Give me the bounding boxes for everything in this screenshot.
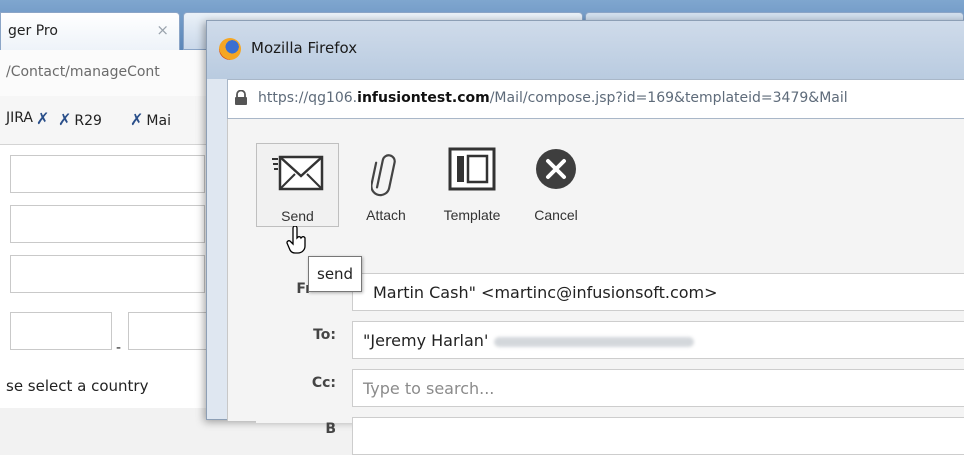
to-value: "Jeremy Harlan': [363, 331, 695, 350]
tab-title: ger Pro: [8, 23, 58, 39]
bookmark-main[interactable]: ✗ Mai: [130, 110, 171, 129]
attach-button[interactable]: Attach: [350, 143, 422, 233]
cc-field[interactable]: Type to search...: [352, 369, 964, 407]
background-field-2[interactable]: [10, 205, 205, 243]
tools-icon: ✗: [58, 110, 72, 129]
background-field-3[interactable]: [10, 255, 205, 293]
cc-placeholder: Type to search...: [363, 379, 495, 398]
background-tab-active[interactable]: ger Pro ×: [0, 12, 180, 50]
send-tooltip: send: [308, 256, 363, 292]
bookmark-jira[interactable]: JIRA: [6, 110, 33, 126]
paperclip-icon: [371, 154, 396, 197]
template-button[interactable]: Template: [430, 143, 514, 233]
bcc-field[interactable]: [352, 417, 964, 455]
template-label: Template: [443, 207, 501, 223]
send-button[interactable]: Send: [256, 143, 339, 227]
redacted-email: [494, 336, 695, 347]
to-field[interactable]: "Jeremy Harlan': [352, 321, 964, 359]
background-url-text: /Contact/manageCont: [6, 64, 160, 80]
tab-close-icon[interactable]: ×: [156, 21, 169, 39]
bookmark-label: Mai: [146, 113, 171, 129]
phone-number-input[interactable]: [128, 312, 208, 350]
tools-icon: ✗: [36, 109, 50, 128]
bookmark-r29[interactable]: ✗ R29: [58, 110, 102, 129]
cancel-button[interactable]: Cancel: [520, 143, 592, 233]
popup-url: https://qg106.infusiontest.com/Mail/comp…: [258, 90, 848, 106]
background-address-bar[interactable]: /Contact/manageCont: [0, 50, 210, 97]
tools-icon: ✗: [130, 110, 144, 129]
bookmarks-toolbar: JIRA ✗ R29 ✗ Mai ✗: [0, 96, 210, 145]
popup-titlebar[interactable]: Mozilla Firefox: [207, 21, 964, 79]
background-field-1[interactable]: [10, 155, 205, 193]
compose-form: Send Attach Template Cancel Fr Martin Ca…: [256, 143, 964, 455]
firefox-logo-icon: [219, 38, 241, 60]
popup-address-bar[interactable]: https://qg106.infusiontest.com/Mail/comp…: [227, 79, 964, 119]
cancel-label: Cancel: [534, 207, 578, 223]
template-icon: [448, 147, 496, 191]
envelope-icon: [271, 155, 323, 191]
firefox-popup-window: Mozilla Firefox https://qg106.infusionte…: [206, 20, 964, 455]
from-field[interactable]: Martin Cash" <martinc@infusionsoft.com>: [352, 273, 964, 311]
bookmark-label: JIRA: [6, 110, 33, 126]
cc-label: Cc:: [311, 375, 336, 391]
bcc-label: B: [325, 421, 336, 437]
from-value: Martin Cash" <martinc@infusionsoft.com>: [373, 283, 718, 302]
phone-separator: -: [116, 340, 122, 356]
country-select[interactable]: se select a country: [6, 377, 148, 395]
from-label: Fr: [296, 281, 312, 297]
to-label: To:: [313, 327, 336, 343]
phone-area-input[interactable]: [10, 312, 112, 350]
send-label: Send: [281, 208, 314, 224]
attach-label: Attach: [366, 207, 406, 223]
close-circle-icon: [536, 149, 576, 189]
popup-title: Mozilla Firefox: [251, 39, 358, 57]
hand-cursor-icon: [286, 226, 306, 254]
bookmark-label: R29: [74, 113, 102, 129]
lock-icon: [235, 90, 247, 105]
